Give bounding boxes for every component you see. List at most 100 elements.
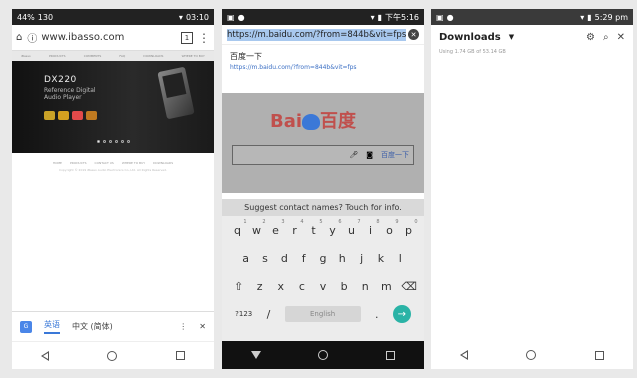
key-j[interactable]: j — [356, 252, 368, 265]
back-icon[interactable] — [460, 350, 469, 360]
signal-text: 130 — [37, 12, 54, 22]
system-nav-bar — [222, 341, 424, 369]
baidu-logo: Bai 百度 — [270, 111, 357, 132]
site-nav: iBasso PRODUCTS COMMENTS FAQ DOWNLOADS W… — [12, 51, 214, 61]
suggestion-url: https://m.baidu.com/?from=844b&vit=fps — [230, 64, 357, 71]
footer-link[interactable]: DOWNLOADS — [153, 161, 173, 165]
baidu-search-box[interactable]: 🎤︎ ◙ 百度一下 — [232, 145, 414, 165]
wifi-icon: ▾ — [580, 12, 585, 22]
url-input[interactable]: https://m.baidu.com/?from=844b&vit=fps ✕ — [222, 25, 424, 45]
status-bar: ▣ ● ▾ ▮ 5:29 pm — [431, 9, 633, 25]
info-icon[interactable]: ⓘ — [27, 30, 37, 45]
badge — [72, 111, 83, 120]
key-f[interactable]: f — [298, 252, 310, 265]
recents-icon[interactable] — [594, 350, 604, 360]
product-image — [157, 66, 195, 120]
translate-bar: G 英语 中文 (简体) ⋮ ✕ — [12, 311, 214, 341]
key-l[interactable]: l — [394, 252, 406, 265]
key-row-1: q1 w2 e3 r4 t5 y6 u7 i8 o9 p0 — [222, 216, 424, 244]
key-e[interactable]: e3 — [270, 219, 284, 237]
key-s[interactable]: s — [259, 252, 271, 265]
key-p[interactable]: p0 — [403, 219, 418, 237]
translate-menu-icon[interactable]: ⋮ — [179, 322, 187, 331]
translate-icon: G — [20, 320, 32, 333]
paw-icon — [302, 114, 321, 130]
backspace-icon[interactable]: ⌫ — [401, 280, 417, 293]
key-m[interactable]: m — [380, 280, 392, 293]
nav-downloads[interactable]: DOWNLOADS — [143, 54, 163, 58]
url-text: www.ibasso.com — [41, 32, 125, 43]
overflow-menu-icon[interactable]: ⋮ — [198, 32, 210, 44]
key-d[interactable]: d — [278, 252, 290, 265]
clear-icon[interactable]: ✕ — [408, 29, 419, 40]
key-b[interactable]: b — [338, 280, 350, 293]
key-z[interactable]: z — [254, 280, 266, 293]
nav-comments[interactable]: COMMENTS — [84, 54, 102, 58]
footer-links: HOME PRODUCTS CONTACT US WHERE TO BUY DO… — [12, 161, 214, 165]
close-icon[interactable]: ✕ — [617, 32, 625, 43]
nav-faq[interactable]: FAQ — [119, 54, 125, 58]
settings-gear-icon[interactable]: ⚙ — [586, 32, 595, 43]
key-u[interactable]: u7 — [346, 219, 361, 237]
key-o[interactable]: o9 — [384, 219, 398, 237]
dropdown-caret-icon[interactable]: ▼ — [509, 33, 514, 41]
back-icon[interactable] — [41, 350, 50, 361]
page-title[interactable]: Downloads — [439, 32, 501, 43]
url-field[interactable]: ⓘ www.ibasso.com — [27, 30, 176, 45]
go-arrow-icon[interactable]: → — [392, 305, 411, 323]
space-key[interactable]: English — [284, 306, 361, 322]
key-n[interactable]: n — [359, 280, 371, 293]
shift-icon[interactable]: ⇧ — [233, 280, 245, 293]
tab-switcher-button[interactable]: 1 — [181, 31, 193, 44]
hide-keyboard-icon[interactable] — [250, 351, 261, 359]
footer-link[interactable]: PRODUCTS — [70, 161, 87, 165]
key-period[interactable]: . — [375, 308, 379, 321]
mic-icon[interactable]: 🎤︎ — [349, 151, 358, 159]
recents-icon[interactable] — [386, 350, 396, 360]
key-x[interactable]: x — [275, 280, 287, 293]
feature-badges — [44, 111, 97, 120]
recents-icon[interactable] — [175, 351, 185, 360]
nav-where-to-buy[interactable]: WHERE TO BUY — [182, 54, 205, 58]
footer-link[interactable]: WHERE TO BUY — [122, 161, 145, 165]
battery-text: 44% — [17, 12, 35, 22]
home-button-icon[interactable] — [526, 350, 537, 360]
suggestion-title: 百度一下 — [230, 52, 262, 61]
search-icon[interactable]: ⌕ — [603, 32, 609, 43]
status-bar: ▣ ● ▾ ▮ 下午5:16 — [222, 9, 424, 25]
key-q[interactable]: q1 — [232, 219, 247, 237]
key-v[interactable]: v — [317, 280, 329, 293]
key-y[interactable]: y6 — [327, 219, 341, 237]
key-c[interactable]: c — [296, 280, 308, 293]
keyboard-hint[interactable]: Suggest contact names? Touch for info. — [222, 199, 424, 216]
storage-usage: Using 1.74 GB of 53.14 GB — [439, 49, 506, 55]
lang-target-tab[interactable]: 中文 (简体) — [72, 321, 113, 332]
battery-icon: ▮ — [587, 12, 592, 22]
footer-link[interactable]: CONTACT US — [95, 161, 114, 165]
hero-banner[interactable]: DX220 Reference Digital Audio Player — [12, 61, 214, 153]
close-icon[interactable]: ✕ — [199, 322, 206, 331]
baidu-page: Bai 百度 🎤︎ ◙ 百度一下 — [222, 93, 424, 193]
key-w[interactable]: w2 — [251, 219, 266, 237]
home-button-icon[interactable] — [107, 350, 118, 361]
suggestion-item[interactable]: 百度一下 https://m.baidu.com/?from=844b&vit=… — [222, 45, 424, 77]
carousel-dots[interactable] — [12, 140, 214, 143]
key-slash[interactable]: / — [267, 308, 271, 321]
site-logo[interactable]: iBasso — [21, 54, 31, 58]
key-g[interactable]: g — [317, 252, 329, 265]
footer-link[interactable]: HOME — [53, 161, 62, 165]
symbols-key[interactable]: ?123 — [235, 310, 252, 318]
home-icon[interactable]: ⌂ — [16, 32, 22, 43]
key-t[interactable]: t5 — [308, 219, 322, 237]
key-r[interactable]: r4 — [289, 219, 303, 237]
key-k[interactable]: k — [375, 252, 387, 265]
key-i[interactable]: i8 — [365, 219, 380, 237]
lang-source-tab[interactable]: 英语 — [44, 319, 60, 334]
baidu-search-button[interactable]: 百度一下 — [381, 150, 409, 160]
camera-icon[interactable]: ◙ — [366, 151, 373, 159]
key-a[interactable]: a — [240, 252, 252, 265]
tab-count: 1 — [184, 33, 190, 42]
key-h[interactable]: h — [336, 252, 348, 265]
nav-products[interactable]: PRODUCTS — [49, 54, 66, 58]
home-button-icon[interactable] — [318, 350, 329, 360]
